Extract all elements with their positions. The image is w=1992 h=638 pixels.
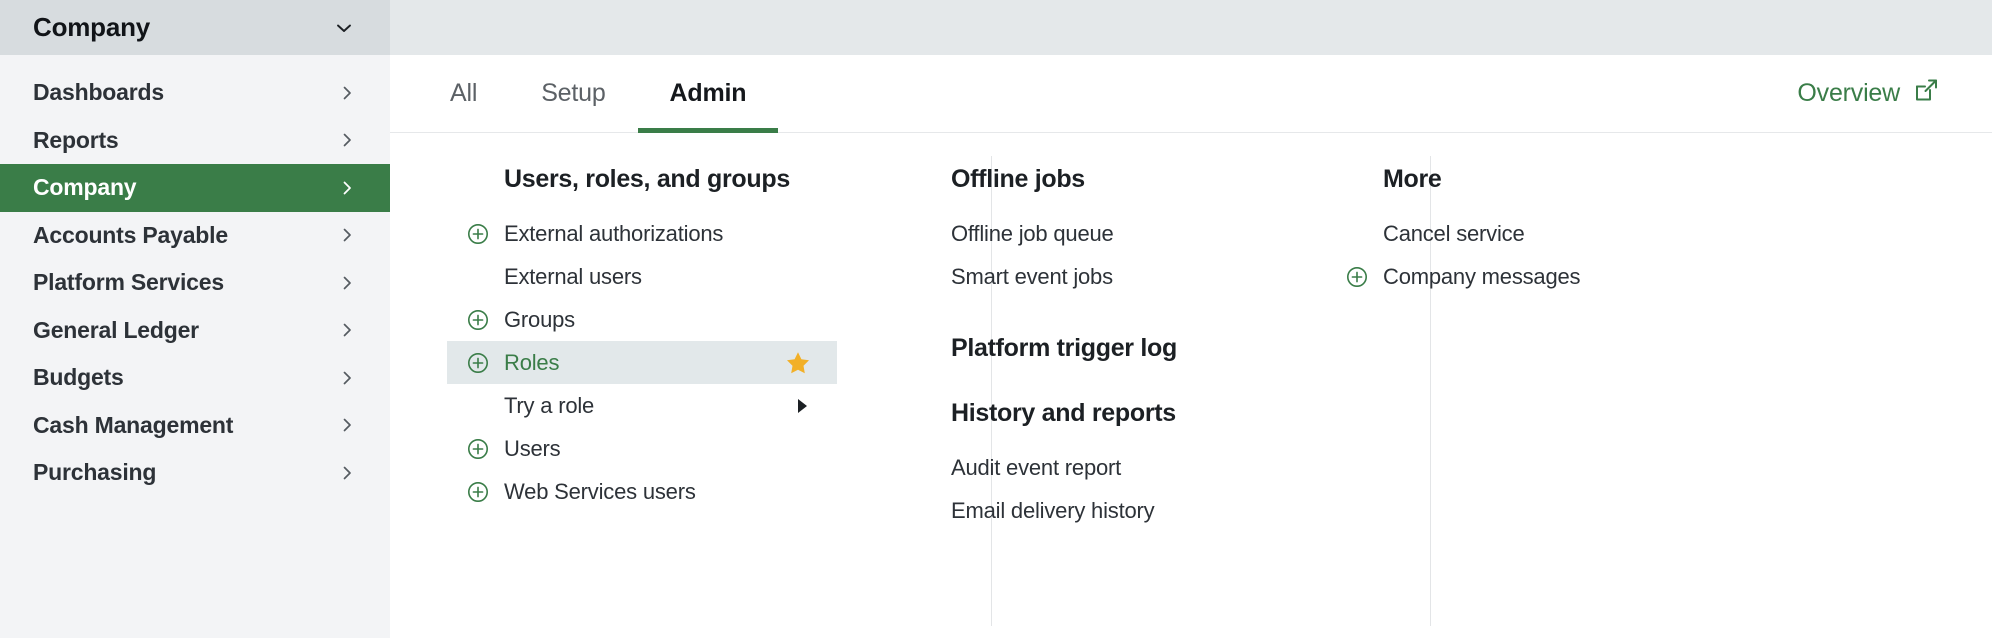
tab-all[interactable]: All: [418, 54, 509, 132]
top-header-bar: Company: [0, 0, 1992, 55]
sidebar-item-label: Budgets: [33, 364, 124, 391]
chevron-right-icon: [338, 179, 356, 197]
sidebar-item-platform-services[interactable]: Platform Services: [0, 259, 390, 307]
menu-item-audit-event-report[interactable]: Audit event report: [894, 446, 1274, 489]
menu-item-label: Email delivery history: [951, 497, 1155, 523]
tab-label: Admin: [669, 78, 747, 107]
menu-column-jobs-history: Offline jobs Offline job queue Smart eve…: [894, 151, 1274, 638]
sidebar-item-budgets[interactable]: Budgets: [0, 354, 390, 402]
submenu-arrow-icon: [798, 398, 807, 413]
sidebar-item-general-ledger[interactable]: General Ledger: [0, 307, 390, 355]
menu-item-external-authorizations[interactable]: External authorizations: [447, 212, 837, 255]
menu-item-label: Smart event jobs: [951, 263, 1113, 289]
menu-item-email-delivery-history[interactable]: Email delivery history: [894, 489, 1274, 532]
menu-column-users-roles-groups: Users, roles, and groups External author…: [447, 151, 837, 638]
menu-item-roles[interactable]: Roles: [447, 341, 837, 384]
column-heading: Users, roles, and groups: [504, 165, 790, 193]
main-content-panel: All Setup Admin Overview Users, roles, a…: [390, 55, 1992, 638]
chevron-right-icon: [338, 84, 356, 102]
menu-item-label: Groups: [504, 306, 575, 332]
overview-label: Overview: [1797, 79, 1900, 107]
tab-admin[interactable]: Admin: [637, 54, 779, 133]
menu-item-label: External authorizations: [504, 220, 724, 246]
menu-item-users[interactable]: Users: [447, 427, 837, 470]
menu-item-label: Audit event report: [951, 454, 1122, 480]
sidebar-item-label: Dashboards: [33, 79, 164, 106]
sidebar-item-accounts-payable[interactable]: Accounts Payable: [0, 212, 390, 260]
sidebar-item-company[interactable]: Company: [0, 164, 390, 212]
menu-column-more: More Cancel service Company messages: [1326, 151, 1706, 638]
menu-item-external-users[interactable]: External users: [447, 255, 837, 298]
external-link-icon: [1913, 77, 1940, 111]
plus-circle-icon[interactable]: [467, 309, 489, 331]
menu-item-label: Roles: [504, 349, 560, 375]
menu-item-label: Try a role: [504, 392, 595, 418]
company-selector[interactable]: Company: [0, 0, 390, 55]
sidebar-item-cash-management[interactable]: Cash Management: [0, 402, 390, 450]
sidebar-nav: Dashboards Reports Company Accounts Paya…: [0, 55, 390, 638]
plus-circle-icon[interactable]: [467, 438, 489, 460]
menu-item-offline-job-queue[interactable]: Offline job queue: [894, 212, 1274, 255]
menu-item-label: Company messages: [1383, 263, 1581, 289]
tab-setup[interactable]: Setup: [509, 54, 637, 132]
sidebar-item-label: Cash Management: [33, 411, 234, 438]
chevron-right-icon: [338, 226, 356, 244]
app-root: Company Dashboards Reports Company Accou…: [0, 0, 1992, 638]
menu-item-web-services-users[interactable]: Web Services users: [447, 470, 837, 513]
plus-circle-icon[interactable]: [467, 352, 489, 374]
plus-circle-icon[interactable]: [467, 223, 489, 245]
menu-item-label: External users: [504, 263, 642, 289]
menu-item-label: Offline job queue: [951, 220, 1114, 246]
tab-bar: All Setup Admin Overview: [390, 55, 1992, 133]
plus-circle-icon[interactable]: [1346, 266, 1368, 288]
chevron-right-icon: [338, 416, 356, 434]
sidebar-item-label: Platform Services: [33, 269, 224, 296]
plus-circle-icon[interactable]: [467, 481, 489, 503]
tab-label: All: [450, 78, 478, 107]
chevron-right-icon: [338, 464, 356, 482]
sidebar-item-label: Reports: [33, 126, 119, 153]
column-heading-platform-trigger-log[interactable]: Platform trigger log: [894, 334, 1274, 363]
menu-item-label: Cancel service: [1383, 220, 1525, 246]
sidebar-item-label: Accounts Payable: [33, 221, 228, 248]
sidebar-item-purchasing[interactable]: Purchasing: [0, 449, 390, 497]
menu-item-cancel-service[interactable]: Cancel service: [1326, 212, 1706, 255]
menu-item-try-a-role[interactable]: Try a role: [447, 384, 837, 427]
menu-item-smart-event-jobs[interactable]: Smart event jobs: [894, 255, 1274, 298]
sidebar-item-reports[interactable]: Reports: [0, 117, 390, 165]
chevron-right-icon: [338, 274, 356, 292]
favorite-star-icon[interactable]: [785, 350, 811, 376]
sidebar-item-label: General Ledger: [33, 316, 199, 343]
tab-list: All Setup Admin: [418, 54, 779, 133]
menu-item-groups[interactable]: Groups: [447, 298, 837, 341]
overview-link[interactable]: Overview: [1797, 77, 1940, 111]
sidebar-item-dashboards[interactable]: Dashboards: [0, 69, 390, 117]
sidebar-item-label: Company: [33, 174, 137, 201]
column-heading-history-and-reports: History and reports: [951, 399, 1176, 427]
chevron-right-icon: [338, 321, 356, 339]
column-heading-more: More: [1383, 165, 1442, 193]
menu-item-label: Users: [504, 435, 561, 461]
chevron-right-icon: [338, 369, 356, 387]
chevron-right-icon: [338, 131, 356, 149]
column-heading-offline-jobs: Offline jobs: [951, 165, 1085, 193]
menu-item-company-messages[interactable]: Company messages: [1326, 255, 1706, 298]
tab-label: Setup: [541, 78, 606, 107]
chevron-down-icon[interactable]: [334, 18, 354, 38]
admin-menu-panel: Users, roles, and groups External author…: [390, 133, 1992, 638]
page-title: Company: [33, 12, 151, 42]
menu-item-label: Web Services users: [504, 478, 696, 504]
sidebar-item-label: Purchasing: [33, 459, 157, 486]
